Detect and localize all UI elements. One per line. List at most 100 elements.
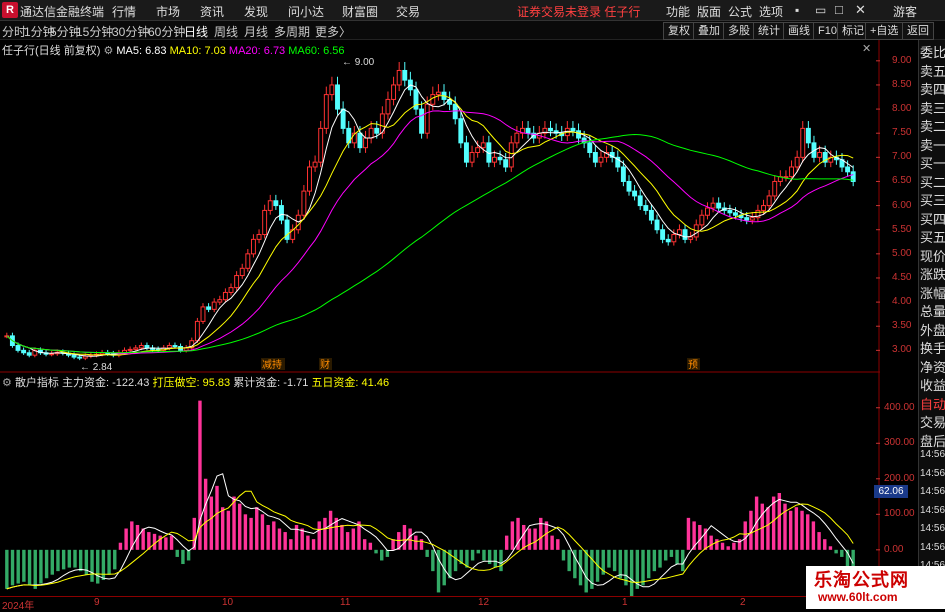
overlay-button[interactable]: 叠加	[693, 22, 725, 40]
five-day-label: 五日资金: 41.46	[311, 377, 390, 389]
candle-body	[71, 354, 77, 358]
sidebar-item[interactable]: 14:56	[920, 486, 945, 497]
period-60min[interactable]: 60分钟	[148, 23, 185, 40]
kline-chart[interactable]: ← 9.00 ← 2.84 减持 财 预	[0, 40, 880, 596]
candle-body	[172, 345, 178, 348]
sidebar-item[interactable]: 总量	[920, 301, 945, 320]
maximize-icon[interactable]: □	[835, 2, 843, 17]
menu-discover[interactable]: 发现	[244, 3, 268, 20]
menu-hangqing[interactable]: 行情	[112, 3, 136, 20]
sidebar-item[interactable]: 委比	[920, 42, 945, 61]
sidebar-item[interactable]: 14:56	[920, 542, 945, 553]
sidebar-item[interactable]: 换手	[920, 338, 945, 357]
sidebar-item[interactable]: 买二	[920, 172, 945, 191]
candle-body	[508, 142, 514, 168]
candle-body	[817, 152, 823, 158]
restore-icon[interactable]: ▭	[815, 3, 826, 17]
menu-function[interactable]: 功能	[666, 3, 690, 20]
sidebar-item[interactable]: 交易	[920, 412, 945, 431]
login-notice[interactable]: 证券交易未登录 任子行	[517, 3, 640, 20]
period-fenshi[interactable]: 分时	[2, 23, 26, 40]
sidebar-item[interactable]: 自动	[920, 394, 945, 413]
minimize-icon[interactable]: ▪	[795, 3, 799, 17]
sidebar-item[interactable]: 卖三	[920, 98, 945, 117]
back-button[interactable]: 返回	[902, 22, 934, 40]
candle-body	[133, 347, 139, 350]
sidebar-item[interactable]: 14:56	[920, 468, 945, 479]
current-value-badge: 62.06	[874, 485, 908, 498]
candle-body	[469, 152, 475, 163]
indicator-gear-icon[interactable]: ⚙	[2, 377, 12, 389]
period-more[interactable]: 更多〉	[315, 23, 351, 40]
restore-right-button[interactable]: 复权	[663, 22, 695, 40]
close-icon[interactable]: ✕	[855, 2, 866, 18]
candle-body	[744, 217, 750, 221]
candle-body	[391, 84, 397, 100]
period-monthly[interactable]: 月线	[244, 23, 268, 40]
candle-body	[368, 127, 374, 139]
add-favorite-button[interactable]: +自选	[865, 22, 904, 40]
candle-body	[335, 84, 340, 110]
date-label: 10	[222, 597, 234, 608]
cum-fund-label: 累计资金: -1.71	[233, 377, 309, 389]
menu-options[interactable]: 选项	[759, 3, 783, 20]
sidebar-item[interactable]: 涨跌	[920, 264, 945, 283]
candle-body	[435, 91, 441, 96]
menu-trade[interactable]: 交易	[396, 3, 420, 20]
sidebar-item[interactable]: 14:56	[920, 449, 945, 460]
draw-line-button[interactable]: 画线	[783, 22, 815, 40]
menu-market[interactable]: 市场	[156, 3, 180, 20]
statistics-button[interactable]: 统计	[753, 22, 785, 40]
candle-body	[278, 205, 284, 221]
sidebar-item[interactable]: 卖一	[920, 135, 945, 154]
candle-body	[262, 209, 268, 236]
sidebar-item[interactable]: 盘后	[920, 431, 945, 450]
candle-body	[211, 301, 217, 310]
sidebar-item[interactable]: 买一	[920, 153, 945, 172]
candle-body	[273, 200, 279, 207]
watermark-url: www.60lt.com	[818, 590, 898, 604]
menu-formula[interactable]: 公式	[728, 3, 752, 20]
sidebar-item[interactable]: 买四	[920, 209, 945, 228]
candle-body	[592, 152, 598, 163]
candle-body	[77, 356, 83, 359]
price-tick-label: 7.00	[892, 151, 912, 163]
menu-news[interactable]: 资讯	[200, 3, 224, 20]
candle-body	[49, 353, 55, 356]
menu-wenxiaoda[interactable]: 问小达	[288, 3, 324, 20]
candle-body	[704, 207, 710, 216]
candle-body	[323, 94, 329, 129]
app-logo-icon: R	[2, 2, 18, 18]
period-weekly[interactable]: 周线	[214, 23, 238, 40]
indicator-slow-line	[6, 490, 854, 590]
sidebar-item[interactable]: 收益	[920, 375, 945, 394]
sidebar-item[interactable]: 外盘	[920, 320, 945, 339]
candle-body	[576, 130, 582, 139]
menu-layout[interactable]: 版面	[697, 3, 721, 20]
candle-body	[598, 156, 604, 163]
candle-body	[654, 219, 660, 231]
period-30min[interactable]: 30分钟	[112, 23, 149, 40]
period-daily[interactable]: 日线	[184, 23, 208, 40]
sidebar-item[interactable]: 买三	[920, 190, 945, 209]
price-tick-label: 5.50	[892, 223, 912, 235]
event-label: 减持	[262, 358, 282, 371]
indicator-name[interactable]: 散户指标	[15, 377, 59, 389]
quote-sidebar: 委比 卖五 卖四 卖三 卖二 卖一 买一 买二 买三 买四 买五 现价 涨跌 涨幅 总量 外盘 换手 净资 收益 自动…	[918, 40, 945, 596]
guest-button[interactable]: 游客	[893, 3, 917, 20]
sidebar-item[interactable]: 净资	[920, 357, 945, 376]
sidebar-item[interactable]: 卖二	[920, 116, 945, 135]
sidebar-item[interactable]: 涨幅	[920, 283, 945, 302]
period-multi[interactable]: 多周期	[274, 23, 310, 40]
sidebar-item[interactable]: 14:56	[920, 523, 945, 534]
sidebar-item[interactable]: 卖五	[920, 61, 945, 80]
multi-stock-button[interactable]: 多股	[723, 22, 755, 40]
menu-caifuquan[interactable]: 财富圈	[342, 3, 378, 20]
sidebar-item[interactable]: 14:56	[920, 505, 945, 516]
candle-body	[682, 229, 688, 240]
candle-body	[200, 306, 206, 322]
sidebar-item[interactable]: 卖四	[920, 79, 945, 98]
sidebar-item[interactable]: 现价	[920, 246, 945, 265]
sidebar-item[interactable]: 买五	[920, 227, 945, 246]
period-15min[interactable]: 15分钟	[76, 23, 113, 40]
